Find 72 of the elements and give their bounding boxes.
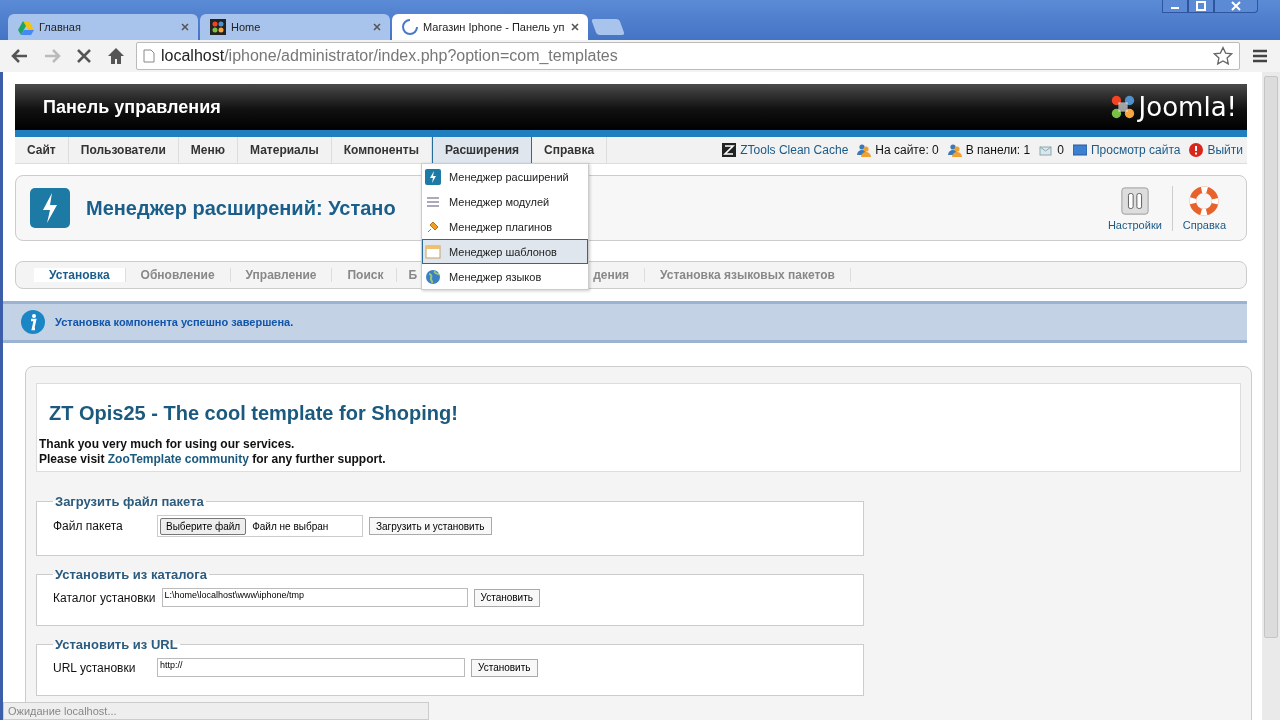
browser-tab[interactable]: Главная xyxy=(8,14,198,40)
status-link[interactable]: ZTools Clean Cache xyxy=(740,143,849,157)
support-text: Please visit ZooTemplate community for any further support. xyxy=(39,452,387,467)
page-title: Менеджер расширений: Устано xyxy=(86,196,396,220)
dropdown-item[interactable]: Менеджер плагинов xyxy=(422,214,588,239)
dropdown-item[interactable]: Менеджер расширений xyxy=(422,164,588,189)
header-title: Панель управления xyxy=(43,96,221,118)
fieldset-legend: Установить из каталога xyxy=(53,567,209,582)
input-field[interactable]: http:// xyxy=(157,658,465,677)
dropdown-item[interactable]: Менеджер языков xyxy=(422,264,588,289)
field-label: URL установки xyxy=(53,659,137,676)
monitor-icon xyxy=(1072,143,1087,157)
minimize-button[interactable] xyxy=(1162,0,1188,13)
menu-item[interactable]: Меню xyxy=(178,137,239,163)
toolbar-button[interactable]: Настройки xyxy=(1097,185,1172,231)
lifebuoy-icon xyxy=(1189,185,1220,216)
users-icon xyxy=(857,143,872,157)
dropdown-item[interactable]: Менеджер шаблонов xyxy=(422,239,588,264)
file-input[interactable]: Выберите файл Файл не выбран xyxy=(157,515,363,537)
status-text: Ожидание localhost... xyxy=(3,702,429,720)
status-link[interactable]: Выйти xyxy=(1207,143,1243,157)
community-link[interactable]: ZooTemplate community xyxy=(107,452,249,466)
logo-text: Joomla! xyxy=(1138,92,1237,122)
status-text: 0 xyxy=(1057,143,1064,157)
status-text: На сайте: 0 xyxy=(875,143,939,157)
dropdown-item[interactable]: Менеджер модулей xyxy=(422,189,588,214)
close-icon xyxy=(1230,1,1242,11)
joomla-icon xyxy=(210,19,226,35)
page-icon xyxy=(143,49,155,63)
install-button[interactable]: Установить xyxy=(473,588,540,607)
close-icon[interactable] xyxy=(570,22,580,32)
maximize-icon xyxy=(1195,1,1207,11)
template-heading: ZT Opis25 - The cool template for Shoping! xyxy=(49,402,459,425)
scroll-thumb[interactable] xyxy=(1264,76,1278,638)
status-link[interactable]: Просмотр сайта xyxy=(1090,143,1181,157)
field-label: Каталог установки xyxy=(53,589,156,606)
globe-icon xyxy=(425,268,441,285)
lightning-icon xyxy=(30,188,70,228)
field-label: Файл пакета xyxy=(53,518,124,534)
alert-icon xyxy=(1189,143,1204,157)
home-icon[interactable] xyxy=(106,46,126,66)
triangle-logo-icon xyxy=(18,19,34,35)
switches-icon xyxy=(1119,185,1150,216)
toolbar-button[interactable]: Справка xyxy=(1171,185,1236,231)
subnav-tab[interactable]: Установка xyxy=(34,268,126,282)
menu-item[interactable]: Расширения xyxy=(431,137,533,163)
close-icon[interactable] xyxy=(180,22,190,32)
z-icon xyxy=(722,143,737,157)
menu-item[interactable]: Сайт xyxy=(15,137,69,163)
users-icon xyxy=(947,143,962,157)
lightning-icon xyxy=(425,168,441,185)
install-button[interactable]: Загрузить и установить xyxy=(369,517,492,535)
fieldset-legend: Установить из URL xyxy=(53,637,180,652)
address-bar[interactable]: localhost/iphone/administrator/index.php?option=com_templates xyxy=(136,42,1240,70)
info-icon xyxy=(21,310,45,334)
menu-item[interactable]: Материалы xyxy=(238,137,332,163)
message-text: Установка компонента успешно завершена. xyxy=(55,316,294,328)
maximize-button[interactable] xyxy=(1188,0,1214,13)
window-icon xyxy=(425,243,441,260)
status-text: В панели: 1 xyxy=(965,143,1031,157)
browser-tab[interactable]: Магазин Iphone - Панель уп xyxy=(392,14,588,40)
install-button[interactable]: Установить xyxy=(471,658,538,677)
browser-tab[interactable]: Home xyxy=(200,14,390,40)
close-button[interactable] xyxy=(1214,0,1258,13)
fieldset-legend: Загрузить файл пакета xyxy=(53,494,206,509)
thanks-text: Thank you very much for using our services. xyxy=(39,437,296,452)
input-field[interactable]: L:\home\localhost\www\iphone/tmp xyxy=(161,588,468,607)
close-icon[interactable] xyxy=(372,22,382,32)
star-icon[interactable] xyxy=(1213,46,1233,66)
spinner-icon xyxy=(402,19,418,35)
mail-icon xyxy=(1039,143,1054,157)
menu-item[interactable]: Пользователи xyxy=(68,137,179,163)
